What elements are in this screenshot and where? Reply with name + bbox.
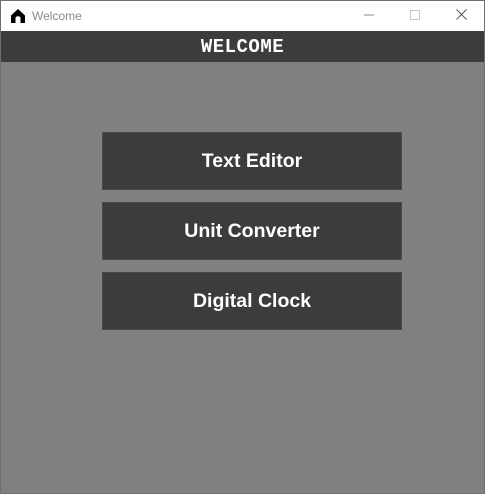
maximize-icon <box>410 7 420 25</box>
maximize-button[interactable] <box>392 1 438 31</box>
digital-clock-button[interactable]: Digital Clock <box>102 272 402 330</box>
home-icon <box>9 7 27 25</box>
unit-converter-button[interactable]: Unit Converter <box>102 202 402 260</box>
window-title: Welcome <box>32 9 82 23</box>
minimize-icon <box>364 7 374 25</box>
unit-converter-button-label: Unit Converter <box>184 219 320 242</box>
close-button[interactable] <box>438 1 484 31</box>
window-controls <box>346 1 484 31</box>
text-editor-button-label: Text Editor <box>201 149 303 172</box>
page-title: WELCOME <box>200 35 285 58</box>
close-icon <box>455 7 467 25</box>
main-content: Text Editor Unit Converter Digital Clock <box>1 62 484 493</box>
digital-clock-button-label: Digital Clock <box>192 289 312 312</box>
app-menu: Text Editor Unit Converter Digital Clock <box>102 132 402 342</box>
header-bar: WELCOME <box>1 31 484 62</box>
window-titlebar[interactable]: Welcome <box>1 1 484 31</box>
minimize-button[interactable] <box>346 1 392 31</box>
app-window: Welcome WELCOME Text Editor Unit Convert… <box>0 0 485 494</box>
text-editor-button[interactable]: Text Editor <box>102 132 402 190</box>
